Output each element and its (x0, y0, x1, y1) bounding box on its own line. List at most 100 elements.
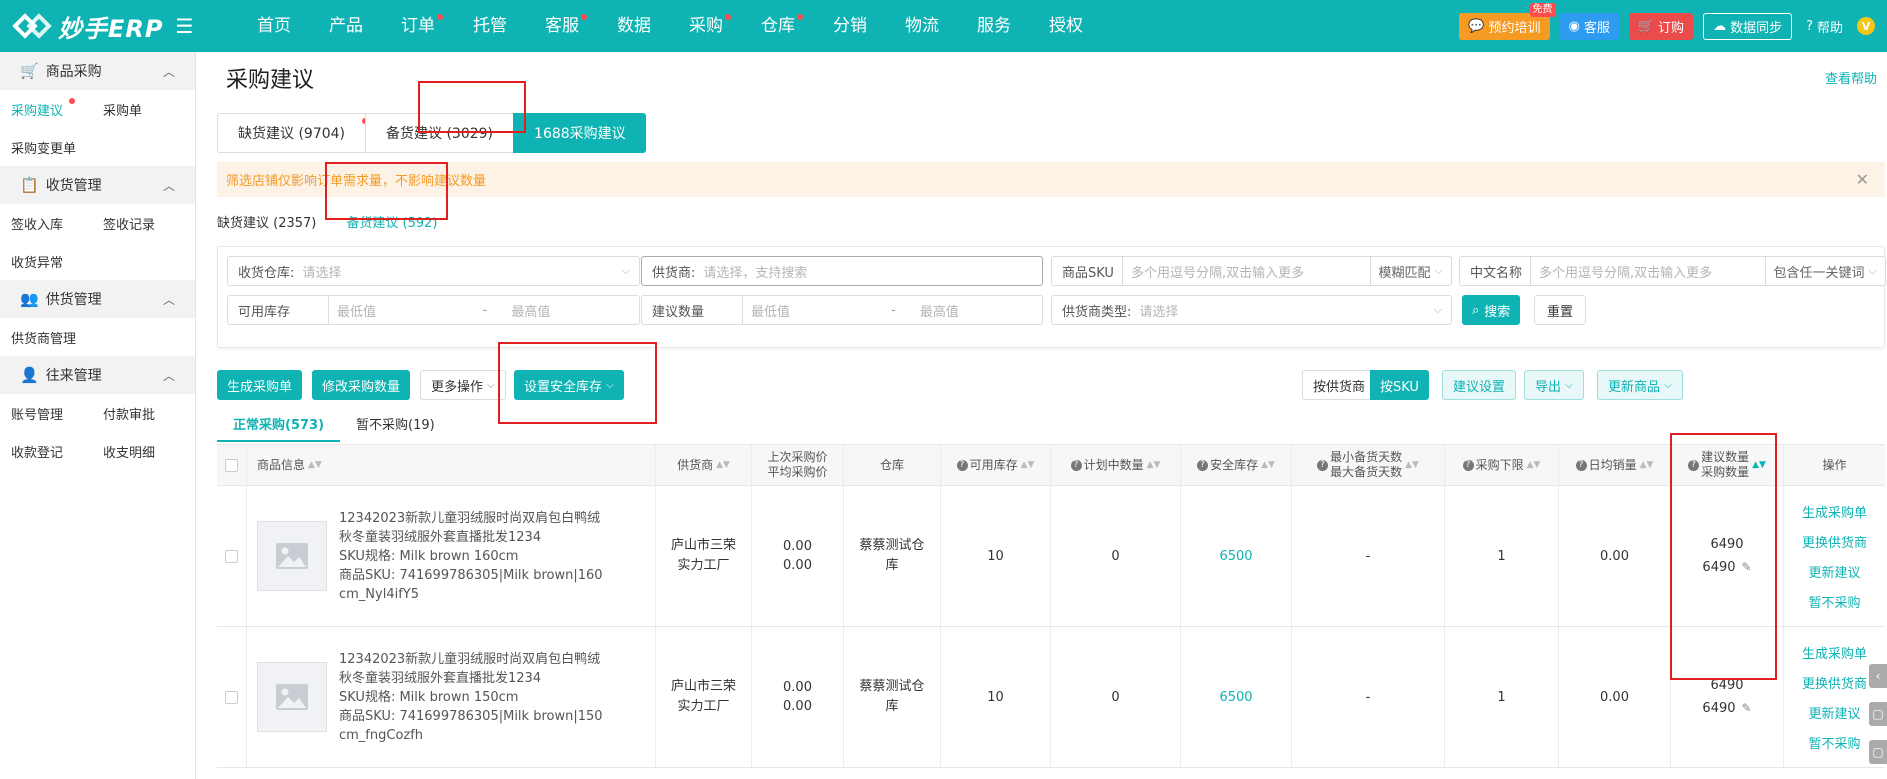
update-goods-button[interactable]: 更新商品 ⌵ (1597, 370, 1683, 400)
logo[interactable]: 妙手ERP ☰ (0, 9, 220, 44)
data-sync-button[interactable]: ☁ 数据同步 (1703, 12, 1793, 40)
col-product[interactable]: 商品信息 ▲▼ (247, 445, 656, 485)
nav-item-6[interactable]: 采购 (670, 0, 742, 52)
nav-item-3[interactable]: 托管 (454, 0, 526, 52)
training-button[interactable]: 💬 预约培训 免费 (1459, 2, 1556, 40)
tab-pause-purchase[interactable]: 暂不采购(19) (340, 414, 451, 442)
nav-item-5[interactable]: 数据 (598, 0, 670, 52)
export-button[interactable]: 导出 ⌵ (1524, 370, 1584, 400)
keyword-mode-select[interactable]: 包含任一关键词 ⌵ (1764, 257, 1886, 285)
sidebar-item[interactable]: 签收记录 (103, 214, 195, 233)
col-available-stock[interactable]: ? 可用库存 ▲▼ (941, 445, 1051, 485)
select-all-cell (217, 445, 247, 485)
sku-search[interactable]: 商品SKU 多个用逗号分隔,双击输入更多 模糊匹配 ⌵ (1051, 256, 1452, 286)
view-help-link[interactable]: 查看帮助 (1825, 68, 1877, 87)
float-tool-icon[interactable]: ▢ (1869, 702, 1887, 726)
safety-stock-cell[interactable]: 6500 (1181, 627, 1292, 767)
available-stock-range[interactable]: 可用库存 最低值 - 最高值 (227, 295, 640, 325)
sidebar-item[interactable]: 收款登记 (11, 442, 103, 461)
collapse-icon[interactable]: ‹ (1869, 664, 1887, 688)
sidebar-item[interactable]: 付款审批 (103, 404, 195, 423)
subtab-shortage[interactable]: 缺货建议 (2357) (217, 212, 316, 231)
product-name[interactable]: 12342023新款儿童羽绒服时尚双肩包白鸭绒秋冬童装羽绒服外套直播批发1234 (339, 650, 604, 688)
nav-item-10[interactable]: 服务 (958, 0, 1030, 52)
tab-1688[interactable]: 1688采购建议 (513, 113, 646, 153)
sidebar-item[interactable]: 账号管理 (11, 404, 103, 423)
sidebar-item[interactable]: 签收入库 (11, 214, 103, 233)
warehouse-select[interactable]: 收货仓库: 请选择 ⌵ (227, 256, 640, 286)
help-icon: ? (1575, 459, 1587, 471)
col-daily-sales[interactable]: ? 日均销量 ▲▼ (1559, 445, 1671, 485)
suggest-settings-button[interactable]: 建议设置 (1442, 370, 1517, 400)
match-mode-select[interactable]: 模糊匹配 ⌵ (1369, 257, 1452, 285)
more-ops-button[interactable]: 更多操作 ⌵ (420, 370, 506, 400)
row-op-link[interactable]: 暂不采购 (1808, 592, 1860, 611)
lower-limit-cell: 1 (1445, 627, 1559, 767)
subscribe-button[interactable]: 🛒 订购 (1628, 12, 1694, 40)
sidebar-item[interactable]: 供货商管理 (11, 328, 103, 347)
row-op-link[interactable]: 更新建议 (1808, 703, 1860, 722)
col-supplier[interactable]: 供货商 ▲▼ (656, 445, 752, 485)
reset-button[interactable]: 重置 (1534, 295, 1587, 325)
float-tool-icon[interactable]: ▢ (1869, 740, 1887, 764)
nav-item-7[interactable]: 仓库 (742, 0, 814, 52)
nav-item-1[interactable]: 产品 (310, 0, 382, 52)
search-button[interactable]: ⌕ 搜索 (1462, 295, 1521, 325)
row-checkbox[interactable] (225, 690, 238, 704)
sidebar-group-0[interactable]: 🛒 商品采购 ︿ (0, 52, 195, 90)
tab-shortage[interactable]: 缺货建议 (9704) (217, 113, 369, 153)
row-op-link[interactable]: 暂不采购 (1808, 733, 1860, 752)
sidebar-group-2[interactable]: 👥 供货管理 ︿ (0, 280, 195, 318)
sidebar-group-1[interactable]: 📋 收货管理 ︿ (0, 166, 195, 204)
row-op-link[interactable]: 生成采购单 (1802, 643, 1867, 662)
group-by-supplier-button[interactable]: 按供货商 (1302, 370, 1377, 400)
free-badge: 免费 (1529, 2, 1556, 17)
col-stockup-days[interactable]: ? 最小备货天数 最大备货天数 ▲▼ (1292, 445, 1445, 485)
supplier-select[interactable]: 供货商: 请选择，支持搜索 (641, 256, 1043, 286)
modify-qty-button[interactable]: 修改采购数量 (312, 370, 411, 400)
suggest-qty-range[interactable]: 建议数量 最低值 - 最高值 (641, 295, 1043, 325)
table-row: 12342023新款儿童羽绒服时尚双肩包白鸭绒秋冬童装羽绒服外套直播批发1234… (217, 627, 1885, 768)
nav-item-9[interactable]: 物流 (886, 0, 958, 52)
stockup-days-cell: - (1292, 486, 1445, 626)
safety-stock-cell[interactable]: 6500 (1181, 486, 1292, 626)
nav-item-0[interactable]: 首页 (238, 0, 310, 52)
purchase-qty: 6490 (1702, 701, 1736, 716)
nav-item-4[interactable]: 客服 (526, 0, 598, 52)
sidebar-item[interactable]: 收支明细 (103, 442, 195, 461)
col-planned-qty[interactable]: ? 计划中数量 ▲▼ (1051, 445, 1181, 485)
col-safety-stock[interactable]: ? 安全库存 ▲▼ (1181, 445, 1292, 485)
customer-service-button[interactable]: ◉ 客服 (1559, 12, 1619, 40)
notification-dot (581, 14, 587, 20)
help-button[interactable]: ? 帮助 (1802, 13, 1847, 40)
nav-item-8[interactable]: 分销 (814, 0, 886, 52)
col-lower-limit[interactable]: ? 采购下限 ▲▼ (1445, 445, 1559, 485)
row-op-link[interactable]: 生成采购单 (1802, 502, 1867, 521)
group-by-sku-button[interactable]: 按SKU (1370, 370, 1429, 400)
row-checkbox[interactable] (225, 549, 238, 563)
hamburger-menu-icon[interactable]: ☰ (175, 14, 193, 38)
supplier-type-select[interactable]: 供货商类型: 请选择 ⌵ (1051, 295, 1452, 325)
close-icon[interactable]: ✕ (1856, 170, 1869, 189)
select-all-checkbox[interactable] (225, 458, 238, 472)
warehouse-cell: 蔡蔡测试仓库 (844, 627, 941, 767)
row-op-link[interactable]: 更换供货商 (1802, 532, 1867, 551)
sidebar-item[interactable]: 采购变更单 (11, 138, 103, 157)
image-placeholder-icon (257, 662, 327, 732)
col-price: 上次采购价 平均采购价 (752, 445, 844, 485)
row-op-link[interactable]: 更新建议 (1808, 562, 1860, 581)
avatar[interactable]: V (1857, 17, 1875, 35)
sidebar-item[interactable]: 采购单 (103, 100, 195, 119)
product-name[interactable]: 12342023新款儿童羽绒服时尚双肩包白鸭绒秋冬童装羽绒服外套直播批发1234 (339, 509, 604, 547)
edit-icon[interactable]: ✎ (1742, 701, 1752, 715)
row-op-link[interactable]: 更换供货商 (1802, 673, 1867, 692)
sidebar-group-3[interactable]: 👤 往来管理 ︿ (0, 356, 195, 394)
sidebar-item[interactable]: 采购建议 (11, 97, 103, 119)
tab-normal-purchase[interactable]: 正常采购(573) (217, 414, 341, 442)
chinese-name-search[interactable]: 中文名称 多个用逗号分隔,双击输入更多 包含任一关键词 ⌵ (1459, 256, 1886, 286)
nav-item-11[interactable]: 授权 (1030, 0, 1102, 52)
sidebar-item[interactable]: 收货异常 (11, 252, 103, 271)
nav-item-2[interactable]: 订单 (382, 0, 454, 52)
create-po-button[interactable]: 生成采购单 (217, 370, 303, 400)
chevron-down-icon: ⌵ (621, 264, 630, 277)
